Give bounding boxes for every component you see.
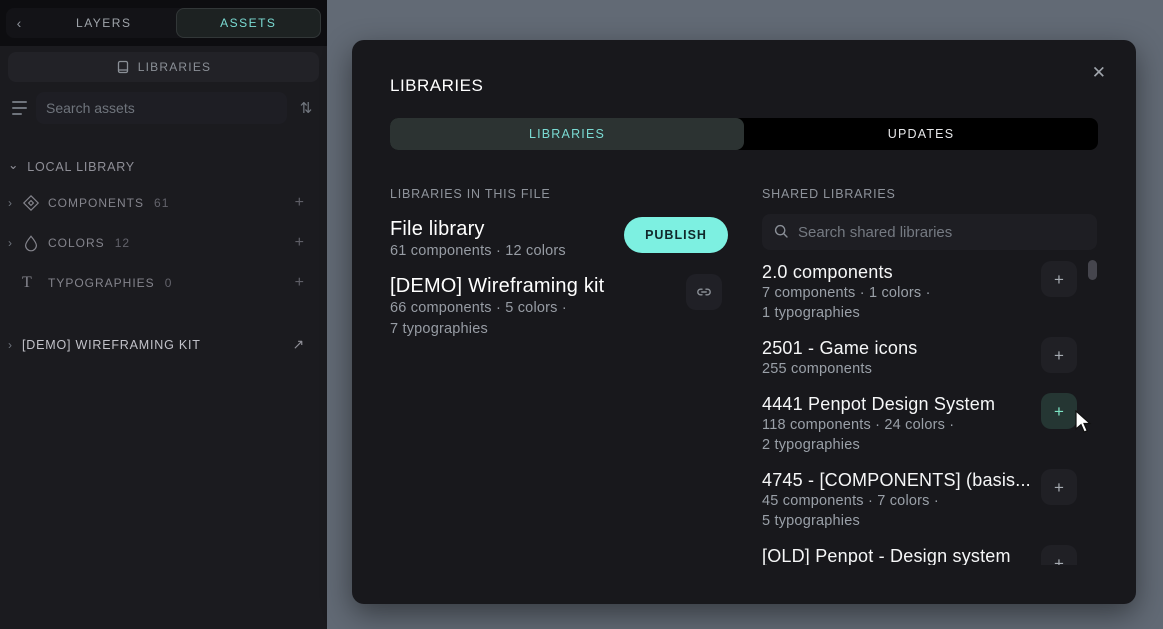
file-library-row: [DEMO] Wireframing kit 66 components · 5…	[390, 274, 738, 340]
library-summary: 7 components · 1 colors ·	[762, 283, 1008, 303]
add-shared-library-button[interactable]: +	[1041, 545, 1077, 565]
add-shared-library-button[interactable]: +	[1041, 261, 1077, 297]
add-shared-library-button[interactable]: +	[1041, 469, 1077, 505]
library-summary: 45 components · 7 colors ·	[762, 491, 1008, 511]
library-name: 4745 - [COMPONENTS] (basis...	[762, 469, 1008, 491]
file-library-row: File library 61 components · 12 colors P…	[390, 217, 738, 262]
assets-sidebar: ‹ LAYERS ASSETS LIBRARIES ⇅ ⌄ LOCAL LIBR…	[0, 0, 327, 629]
libraries-modal: ✕ LIBRARIES LIBRARIES UPDATES LIBRARIES …	[352, 40, 1136, 604]
shared-library-row: 2501 - Game icons 255 components +	[762, 337, 1097, 379]
shared-library-row: 4441 Penpot Design System 118 components…	[762, 393, 1097, 455]
tab-libraries[interactable]: LIBRARIES	[390, 118, 744, 150]
close-icon[interactable]: ✕	[1084, 56, 1114, 89]
collapse-sidebar-button[interactable]: ‹	[6, 8, 32, 38]
libraries-button[interactable]: LIBRARIES	[8, 52, 319, 82]
components-label: COMPONENTS	[48, 196, 144, 210]
chain-link-icon	[695, 283, 713, 301]
library-summary: 66 components · 5 colors ·	[390, 298, 622, 319]
add-component-button[interactable]: +	[295, 194, 305, 212]
library-name: 2.0 components	[762, 261, 1008, 283]
book-icon	[116, 60, 130, 74]
libraries-button-label: LIBRARIES	[138, 60, 212, 74]
search-icon	[773, 223, 790, 240]
library-summary-line2: 7 typographies	[390, 319, 622, 340]
file-libraries-section: LIBRARIES IN THIS FILE File library 61 c…	[390, 187, 738, 565]
typographies-label: TYPOGRAPHIES	[48, 276, 155, 290]
sidebar-item-typographies[interactable]: T TYPOGRAPHIES 0 +	[8, 272, 319, 294]
library-name: [DEMO] Wireframing kit	[390, 274, 622, 298]
color-drop-icon	[22, 234, 48, 252]
library-summary: 255 components	[762, 359, 1008, 379]
library-summary-line2: 5 typographies	[762, 511, 1008, 531]
local-library-label: LOCAL LIBRARY	[27, 160, 135, 174]
library-summary-line2: 1 typographies	[762, 303, 1008, 323]
filter-icon[interactable]	[8, 101, 30, 115]
shared-library-row: [OLD] Penpot - Design system +	[762, 545, 1097, 565]
shared-libraries-section: SHARED LIBRARIES 2.0 components 7 compon…	[762, 187, 1097, 565]
shared-library-row: 4745 - [COMPONENTS] (basis... 45 compone…	[762, 469, 1097, 531]
local-library-header[interactable]: ⌄ LOCAL LIBRARY	[8, 160, 319, 174]
unlink-library-button[interactable]	[686, 274, 722, 310]
search-shared-libraries-input[interactable]	[762, 214, 1097, 250]
library-name: [OLD] Penpot - Design system	[762, 545, 1008, 565]
tab-updates[interactable]: UPDATES	[744, 118, 1098, 150]
shared-libraries-list: 2.0 components 7 components · 1 colors ·…	[762, 254, 1097, 565]
colors-label: COLORS	[48, 236, 105, 250]
library-name: 2501 - Game icons	[762, 337, 1008, 359]
library-name: File library	[390, 217, 622, 241]
publish-button[interactable]: PUBLISH	[624, 217, 728, 253]
library-summary: 61 components · 12 colors	[390, 241, 622, 262]
modal-tab-switcher: LIBRARIES UPDATES	[390, 118, 1098, 150]
external-link-icon[interactable]: ↗	[292, 336, 305, 353]
modal-title: LIBRARIES	[390, 76, 1098, 96]
shared-libraries-header: SHARED LIBRARIES	[762, 187, 1097, 201]
tab-layers[interactable]: LAYERS	[32, 8, 176, 38]
chevron-right-icon: ›	[8, 196, 22, 210]
components-count: 61	[154, 196, 169, 210]
library-name: 4441 Penpot Design System	[762, 393, 1008, 415]
component-icon	[22, 194, 48, 212]
search-assets-input[interactable]	[36, 92, 287, 124]
demo-kit-label: [DEMO] WIREFRAMING KIT	[22, 338, 201, 352]
scrollbar-thumb[interactable]	[1088, 260, 1097, 280]
sort-icon[interactable]: ⇅	[293, 99, 319, 117]
file-libraries-header: LIBRARIES IN THIS FILE	[390, 187, 738, 201]
chevron-down-icon: ⌄	[8, 157, 19, 172]
back-chevron-icon: ‹	[17, 15, 22, 31]
sidebar-item-components[interactable]: › COMPONENTS 61 +	[8, 192, 319, 214]
colors-count: 12	[115, 236, 130, 250]
add-typography-button[interactable]: +	[295, 274, 305, 292]
sidebar-tabbar: ‹ LAYERS ASSETS	[0, 0, 327, 46]
asset-search-row: ⇅	[8, 92, 319, 124]
sidebar-item-demo-wireframing-kit[interactable]: › [DEMO] WIREFRAMING KIT ↗	[8, 336, 319, 353]
typographies-count: 0	[165, 276, 173, 290]
typography-icon: T	[22, 274, 48, 292]
add-shared-library-button[interactable]: +	[1041, 393, 1077, 429]
library-summary: 118 components · 24 colors ·	[762, 415, 1008, 435]
library-summary-line2: 2 typographies	[762, 435, 1008, 455]
add-shared-library-button[interactable]: +	[1041, 337, 1077, 373]
tab-assets[interactable]: ASSETS	[176, 8, 322, 38]
sidebar-item-colors[interactable]: › COLORS 12 +	[8, 232, 319, 254]
add-color-button[interactable]: +	[295, 234, 305, 252]
chevron-right-icon: ›	[8, 236, 22, 250]
shared-library-row: 2.0 components 7 components · 1 colors ·…	[762, 261, 1097, 323]
chevron-right-icon: ›	[8, 338, 22, 352]
